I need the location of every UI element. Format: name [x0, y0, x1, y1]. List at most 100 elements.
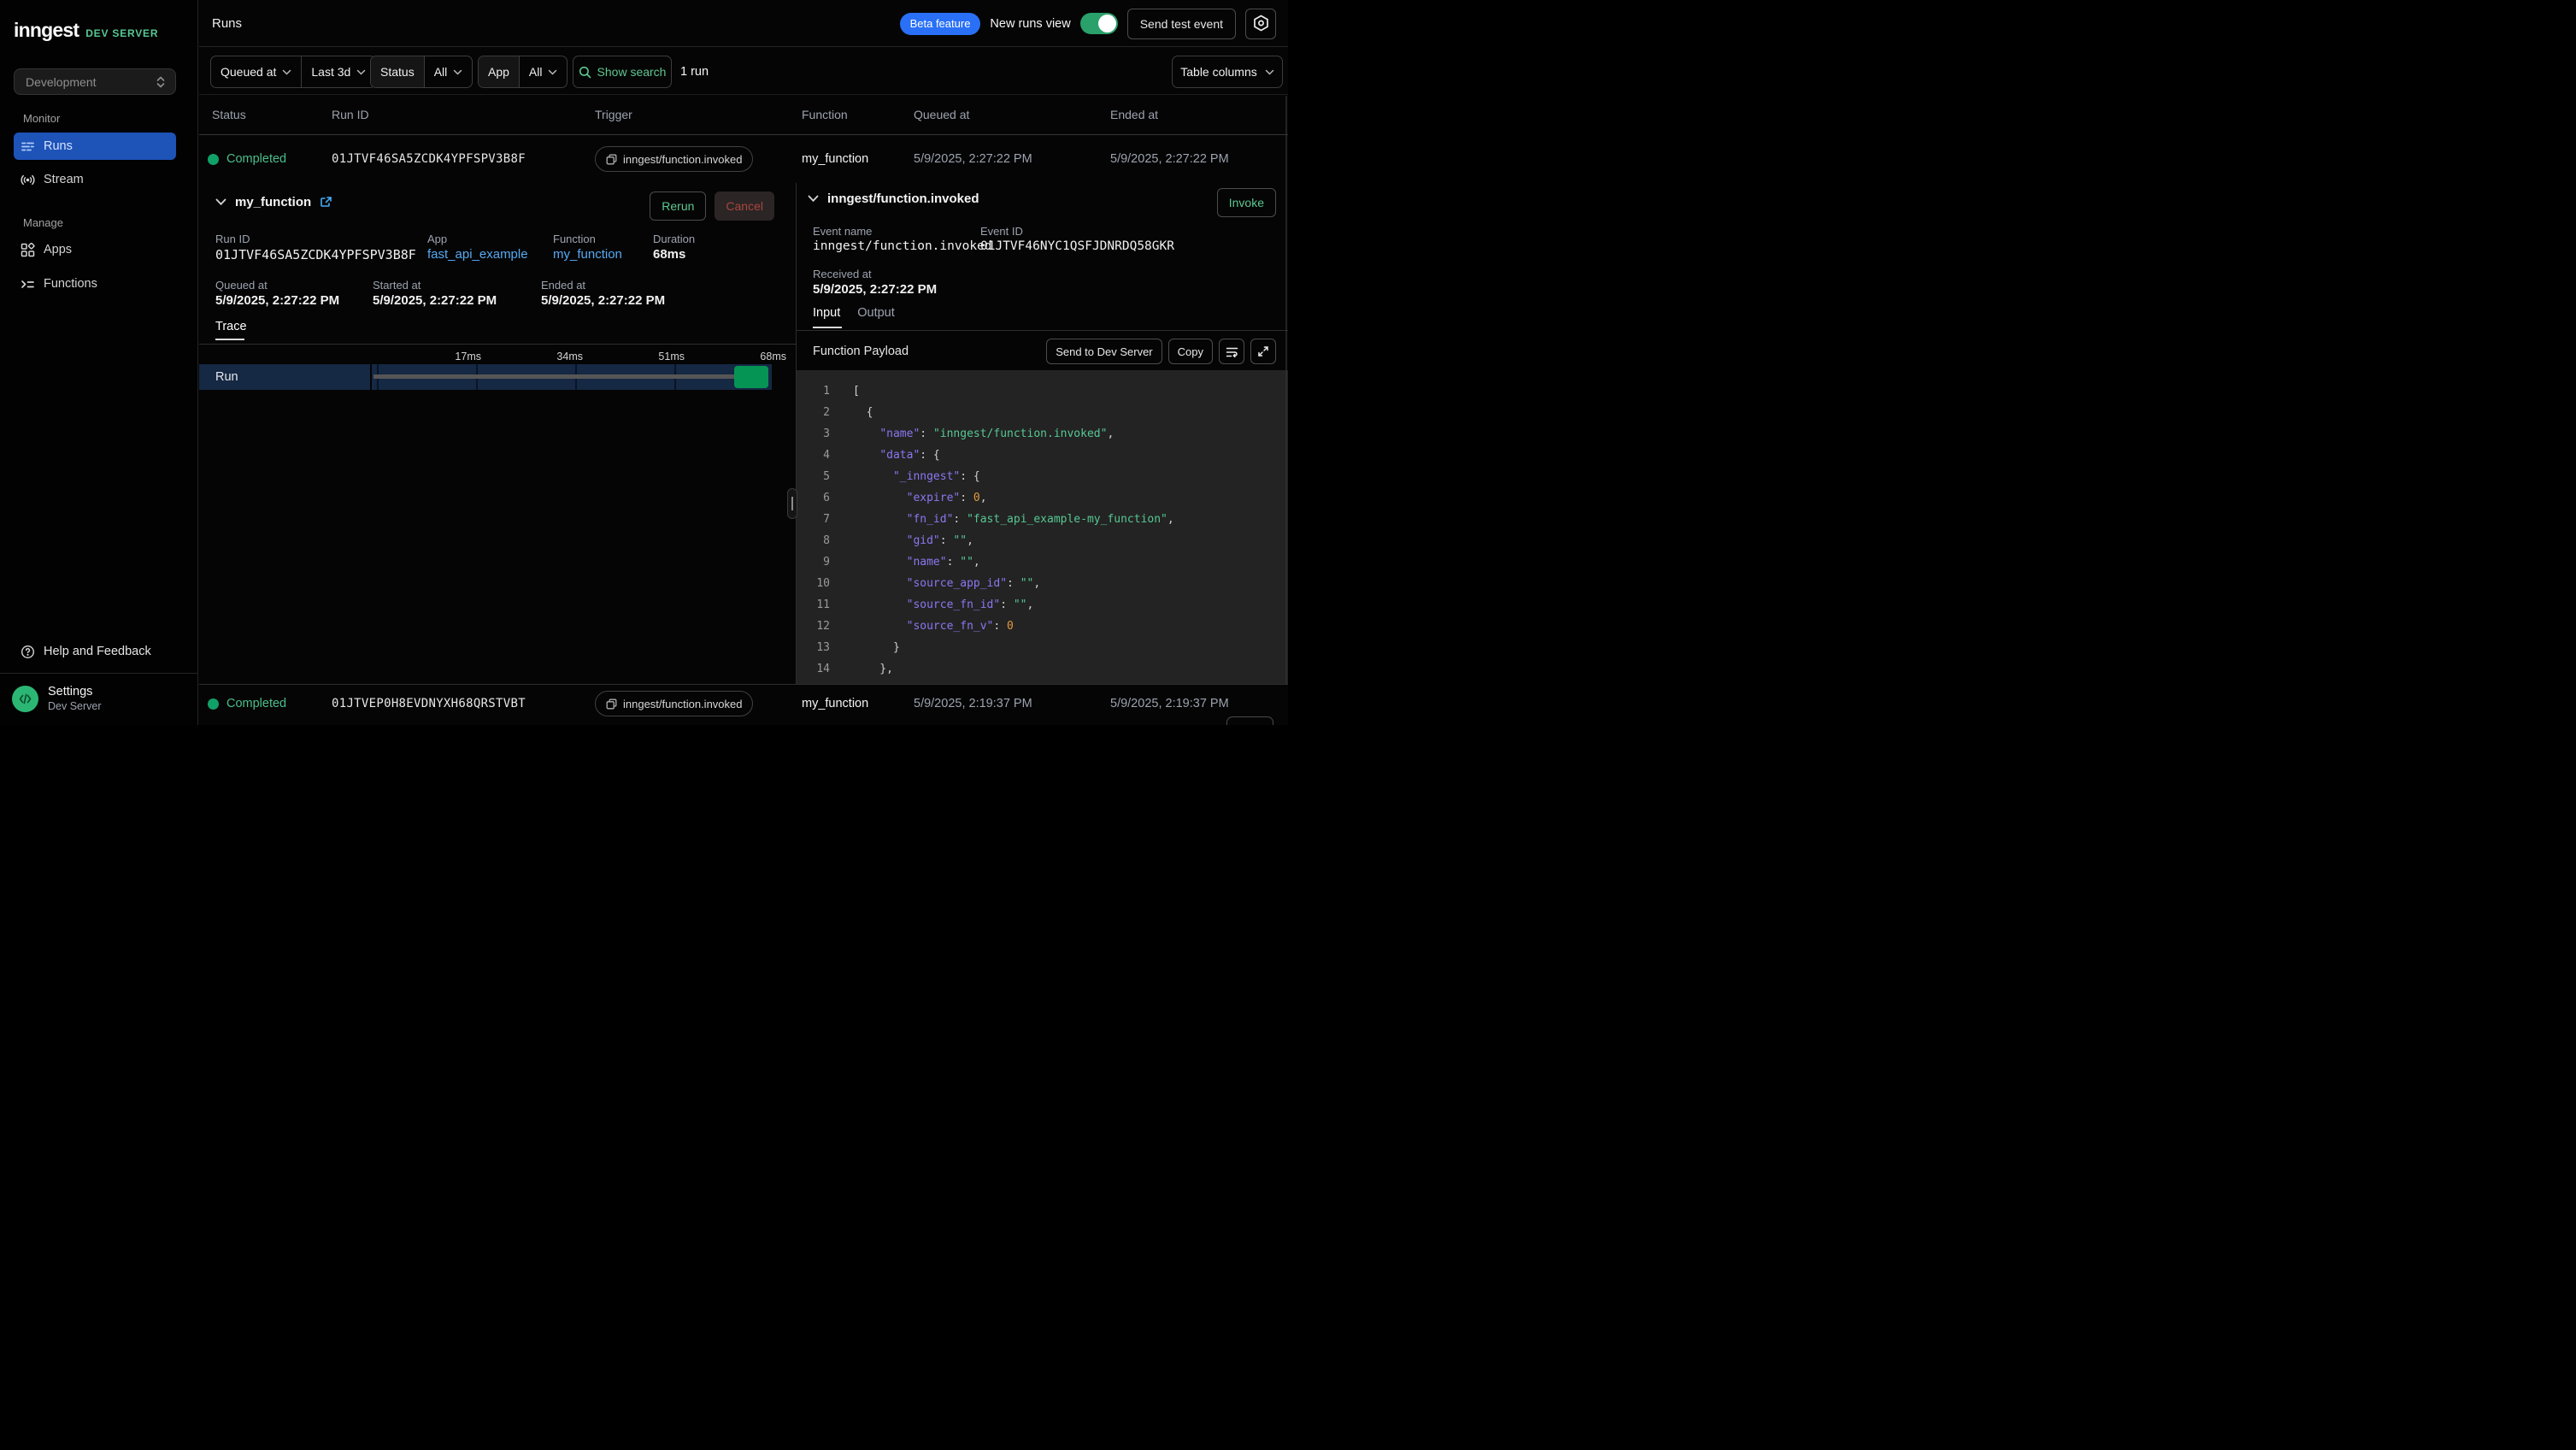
app-filter: App All	[478, 56, 568, 88]
time-range-label: Last 3d	[311, 65, 350, 79]
function-payload-title: Function Payload	[813, 345, 909, 358]
table-row[interactable]: Completed 01JTVF46SA5ZCDK4YPFSPV3B8F inn…	[199, 135, 1288, 183]
new-runs-view-toggle[interactable]	[1080, 13, 1118, 34]
runs-table-header: Status Run ID Trigger Function Queued at…	[199, 95, 1288, 135]
trace-exec-segment	[734, 366, 768, 388]
show-search-button[interactable]: Show search	[573, 56, 672, 88]
dev-server-avatar	[12, 686, 38, 712]
word-wrap-icon	[1226, 346, 1238, 357]
line-number: 4	[797, 445, 830, 466]
queued-at-filter[interactable]: Queued at	[211, 56, 301, 87]
code-line: 1[	[797, 380, 1288, 402]
queued-at-value: 5/9/2025, 2:27:22 PM	[215, 293, 339, 308]
send-test-event-button[interactable]: Send test event	[1127, 9, 1236, 39]
runs-icon	[21, 139, 35, 154]
code-text: "source_fn_id": "",	[830, 594, 1033, 616]
environment-select[interactable]: Development	[14, 68, 176, 95]
trigger-event-pill[interactable]: inngest/function.invoked	[595, 691, 753, 716]
sidebar-item-label: Apps	[44, 243, 72, 256]
expand-button[interactable]	[1250, 339, 1276, 364]
collapse-chevron-icon[interactable]	[808, 195, 819, 203]
collapse-chevron-icon[interactable]	[215, 198, 226, 206]
code-line: 5 "_inngest": {	[797, 466, 1288, 487]
word-wrap-button[interactable]	[1219, 339, 1244, 364]
sidebar-item-apps[interactable]: Apps	[14, 236, 176, 263]
tab-output[interactable]: Output	[857, 306, 895, 328]
settings-entry[interactable]: Settings Dev Server	[12, 685, 102, 712]
code-line: 7 "fn_id": "fast_api_example-my_function…	[797, 509, 1288, 530]
run-detail-panel: my_function Rerun Cancel Run ID 01JTVF46…	[199, 183, 796, 684]
function-link[interactable]: my_function	[553, 247, 622, 262]
event-name-label: Event name	[813, 225, 872, 238]
copy-button[interactable]: Copy	[1168, 339, 1213, 364]
settings-subtitle: Dev Server	[48, 700, 102, 712]
status-filter: Status All	[370, 56, 473, 88]
code-line: 4 "data": {	[797, 445, 1288, 466]
chevron-down-icon	[548, 69, 557, 75]
run-function-name: my_function	[235, 195, 311, 209]
chevron-down-icon	[453, 69, 462, 75]
line-number: 9	[797, 551, 830, 573]
partially-visible-button[interactable]	[1226, 716, 1273, 725]
sidebar-item-label: Stream	[44, 173, 84, 186]
sidebar: inngest DEV SERVER Development Monitor R…	[0, 0, 198, 725]
rerun-button[interactable]: Rerun	[650, 192, 706, 221]
time-range-filter[interactable]: Last 3d	[301, 56, 375, 87]
settings-gear-button[interactable]	[1245, 9, 1276, 39]
sidebar-item-label: Runs	[44, 139, 73, 153]
status-cell: Completed	[208, 135, 286, 183]
event-id-value: 01JTVF46NYC1QSFJDNRDQ58GKR	[980, 239, 1174, 253]
cancel-button[interactable]: Cancel	[715, 192, 774, 221]
event-icon	[606, 154, 617, 165]
sidebar-item-functions[interactable]: Functions	[14, 270, 176, 298]
functions-icon	[21, 277, 35, 292]
send-to-dev-server-button[interactable]: Send to Dev Server	[1046, 339, 1162, 364]
run-id-label: Run ID	[215, 233, 250, 245]
code-line: 2 {	[797, 402, 1288, 423]
invoke-button[interactable]: Invoke	[1217, 188, 1276, 217]
queued-at-cell: 5/9/2025, 2:19:37 PM	[914, 683, 1032, 724]
table-row[interactable]: Completed 01JTVEP0H8EVDNYXH68QRSTVBT inn…	[199, 684, 1288, 725]
tab-input[interactable]: Input	[813, 306, 840, 328]
col-function: Function	[802, 108, 848, 121]
sidebar-section-monitor: Monitor	[23, 112, 60, 125]
app-filter-value[interactable]: All	[519, 56, 568, 87]
sidebar-item-stream[interactable]: Stream	[14, 166, 176, 193]
code-line: 14 },	[797, 658, 1288, 680]
filter-bar: Queued at Last 3d Status All	[199, 48, 1288, 95]
tab-trace[interactable]: Trace	[215, 320, 247, 340]
app-link[interactable]: fast_api_example	[427, 247, 528, 262]
trigger-name: inngest/function.invoked	[623, 698, 742, 710]
scrollbar-track[interactable]	[1285, 96, 1287, 684]
trigger-cell: inngest/function.invoked	[595, 683, 753, 724]
event-id-label: Event ID	[980, 225, 1023, 238]
code-line: 11 "source_fn_id": "",	[797, 594, 1288, 616]
payload-code-editor[interactable]: 1[2 {3 "name": "inngest/function.invoked…	[797, 370, 1288, 684]
status-filter-value[interactable]: All	[424, 56, 473, 87]
topbar: Runs Beta feature New runs view Send tes…	[199, 0, 1288, 47]
code-line: 10 "source_app_id": "",	[797, 573, 1288, 594]
code-text: "expire": 0,	[830, 487, 987, 509]
beta-feature-badge: Beta feature	[900, 13, 981, 35]
event-title: inngest/function.invoked	[827, 192, 979, 206]
line-number: 2	[797, 402, 830, 423]
help-and-feedback[interactable]: Help and Feedback	[14, 638, 185, 665]
line-number: 13	[797, 637, 830, 658]
trigger-cell: inngest/function.invoked	[595, 135, 753, 183]
table-columns-button[interactable]: Table columns	[1172, 56, 1283, 88]
col-trigger: Trigger	[595, 108, 632, 121]
trace-run-row[interactable]: Run	[199, 364, 796, 390]
code-text: "name": "inngest/function.invoked",	[830, 423, 1114, 445]
ended-at-value: 5/9/2025, 2:27:22 PM	[541, 293, 665, 308]
logo-wordmark: inngest	[14, 19, 79, 42]
sidebar-item-runs[interactable]: Runs	[14, 133, 176, 160]
trigger-event-pill[interactable]: inngest/function.invoked	[595, 146, 753, 172]
run-id-cell: 01JTVEP0H8EVDNYXH68QRSTVBT	[332, 683, 526, 724]
environment-select-value: Development	[26, 75, 97, 89]
line-number: 6	[797, 487, 830, 509]
line-number: 10	[797, 573, 830, 594]
tick-label: 51ms	[633, 351, 685, 362]
code-text: [	[830, 380, 860, 402]
external-link-icon[interactable]	[320, 196, 332, 209]
panel-resize-handle[interactable]	[787, 488, 797, 519]
